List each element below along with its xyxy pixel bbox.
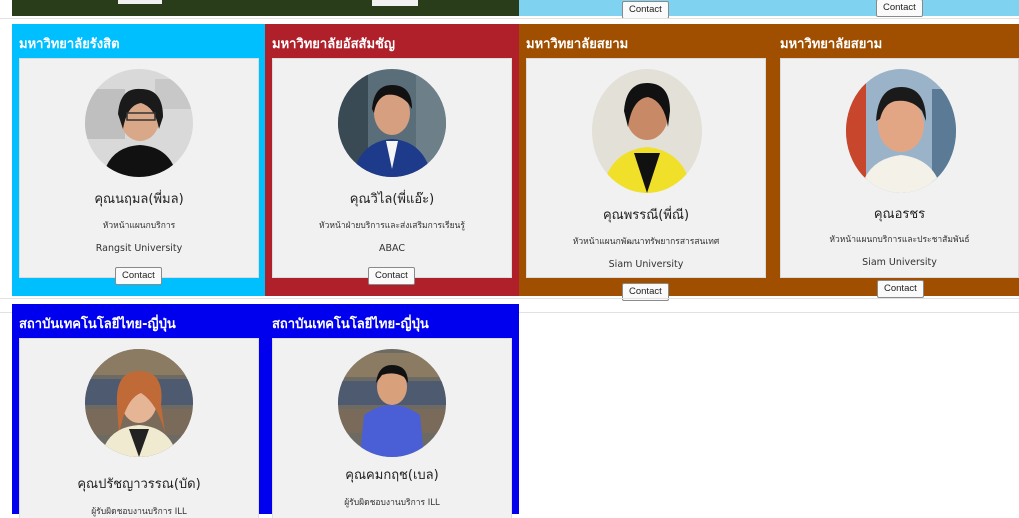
contact-university: ABAC — [379, 243, 405, 254]
avatar-photo — [85, 349, 193, 457]
contact-button[interactable]: Contact — [368, 267, 415, 285]
top-contact-button-2[interactable]: Contact — [876, 0, 923, 17]
contact-role: หัวหน้าแผนกพัฒนาทรัพยากรสารสนเทศ — [572, 237, 720, 247]
tile-title: มหาวิทยาลัยรังสิต — [19, 37, 120, 52]
contact-role: ผู้รับผิดชอบงานบริการ ILL — [344, 498, 440, 508]
row-divider — [0, 298, 1019, 299]
university-tile-rangsit: มหาวิทยาลัยรังสิต คุณนฤมล(พี่มล) หัวหน้า… — [12, 24, 265, 296]
contact-card: คุณวิไล(พี่แอ๊ะ) หัวหน้าฝ่ายบริการและส่ง… — [272, 58, 512, 278]
contact-card: คุณพรรณี(พี่ณี) หัวหน้าแผนกพัฒนาทรัพยากร… — [526, 58, 766, 278]
contact-name: คุณปรัชญาวรรณ(บัด) — [77, 477, 201, 492]
avatar-photo — [846, 69, 956, 193]
top-tile-light-sky — [519, 0, 1019, 16]
top-card-fragment-1 — [118, 0, 162, 4]
contact-card: คุณอรชร หัวหน้าแผนกบริการและประชาสัมพันธ… — [780, 58, 1019, 278]
contact-role: หัวหน้าฝ่ายบริการและส่งเสริมการเรียนรู้ — [319, 221, 465, 231]
avatar-photo — [85, 69, 193, 177]
contact-name: คุณวิไล(พี่แอ๊ะ) — [349, 192, 435, 207]
contact-button[interactable]: Contact — [877, 280, 924, 298]
contact-role: ผู้รับผิดชอบงานบริการ ILL — [91, 507, 187, 517]
tile-title: มหาวิทยาลัยสยาม — [526, 37, 629, 52]
contact-button[interactable]: Contact — [115, 267, 162, 285]
contact-card: คุณคมกฤช(เบล) ผู้รับผิดชอบงานบริการ ILL — [272, 338, 512, 518]
contact-name: คุณนฤมล(พี่มล) — [94, 192, 184, 207]
avatar-photo — [592, 69, 702, 193]
avatar-photo — [338, 69, 446, 177]
contact-university: Siam University — [608, 259, 684, 270]
institute-tile-tni-2: สถาบันเทคโนโลยีไทย-ญี่ปุ่น คุณคมกฤช(เบล)… — [265, 304, 519, 518]
contact-name: คุณคมกฤช(เบล) — [345, 468, 439, 483]
contact-name: คุณอรชร — [873, 207, 926, 222]
avatar-photo — [338, 349, 446, 457]
university-tile-siam-2: มหาวิทยาลัยสยาม คุณอรชร หัวหน้าแผนกบริกา… — [773, 24, 1019, 298]
contact-card: คุณนฤมล(พี่มล) หัวหน้าแผนกบริการ Rangsit… — [19, 58, 259, 278]
university-tile-abac: มหาวิทยาลัยอัสสัมชัญ คุณวิไล(พี่แอ๊ะ) หั… — [265, 24, 519, 296]
top-card-fragment-2 — [372, 0, 418, 6]
tile-title: สถาบันเทคโนโลยีไทย-ญี่ปุ่น — [19, 317, 176, 332]
contact-role: หัวหน้าแผนกบริการและประชาสัมพันธ์ — [829, 235, 970, 245]
tile-title: สถาบันเทคโนโลยีไทย-ญี่ปุ่น — [272, 317, 429, 332]
university-tile-siam-1: มหาวิทยาลัยสยาม คุณพรรณี(พี่ณี) หัวหน้าแ… — [519, 24, 773, 301]
top-tile-dark-green — [12, 0, 519, 16]
row-divider-top — [0, 18, 1019, 19]
contact-card: คุณปรัชญาวรรณ(บัด) ผู้รับผิดชอบงานบริการ… — [19, 338, 259, 518]
institute-tile-tni-1: สถาบันเทคโนโลยีไทย-ญี่ปุ่น คุณปรัชญาวรรณ… — [12, 304, 265, 518]
tile-title: มหาวิทยาลัยอัสสัมชัญ — [272, 37, 395, 52]
contact-name: คุณพรรณี(พี่ณี) — [602, 208, 690, 223]
top-contact-button-1[interactable]: Contact — [622, 1, 669, 19]
contact-role: หัวหน้าแผนกบริการ — [102, 221, 176, 231]
contact-university: Siam University — [862, 257, 937, 268]
tile-title: มหาวิทยาลัยสยาม — [780, 37, 883, 52]
contact-university: Rangsit University — [95, 243, 183, 254]
